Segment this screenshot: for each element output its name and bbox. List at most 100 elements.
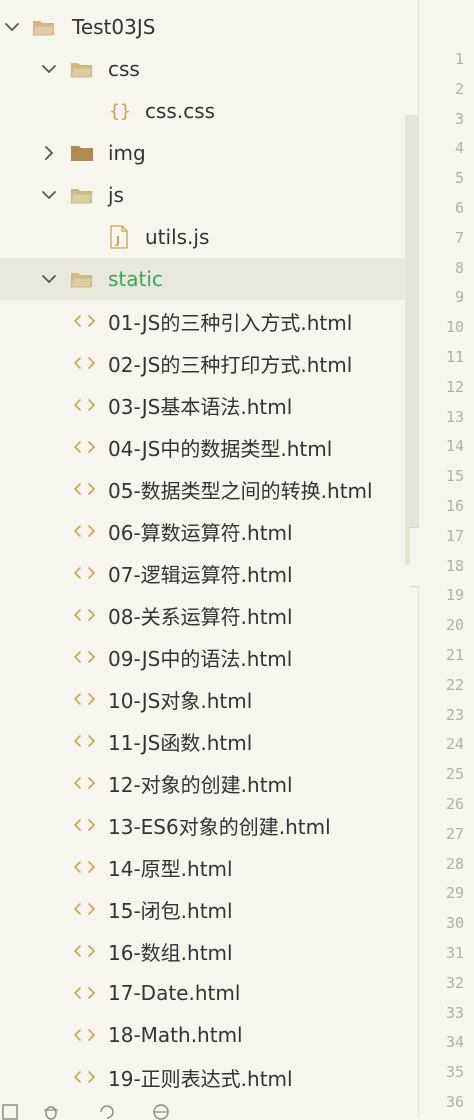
line-number: 2 bbox=[454, 79, 464, 98]
line-number: 6 bbox=[454, 199, 464, 217]
tree-item-label: 06-算数运算符.html bbox=[108, 520, 293, 545]
tree-file-11[interactable]: 11-JS函数.html bbox=[0, 720, 405, 762]
js-file-icon: J bbox=[110, 225, 128, 249]
tree-file-15[interactable]: 15-闭包.html bbox=[0, 888, 405, 930]
tree-file-utils-js[interactable]: Jutils.js bbox=[0, 216, 405, 258]
folder-open-icon bbox=[70, 189, 93, 204]
tree-item-label: 13-ES6对象的创建.html bbox=[108, 814, 331, 839]
tree-file-17[interactable]: 17-Date.html bbox=[0, 972, 405, 1014]
line-number: 36 bbox=[445, 1093, 464, 1111]
tree-file-04[interactable]: 04-JS中的数据类型.html bbox=[0, 426, 405, 468]
chevron-down-icon bbox=[42, 191, 56, 199]
html-file-icon bbox=[73, 819, 96, 831]
sync-icon[interactable] bbox=[98, 1102, 116, 1120]
html-file-icon bbox=[73, 399, 96, 411]
line-number: 1 bbox=[454, 50, 464, 68]
line-number: 3 bbox=[454, 109, 464, 128]
html-file-icon bbox=[73, 357, 96, 369]
line-number: 18 bbox=[445, 556, 464, 575]
line-number: 9 bbox=[454, 288, 464, 307]
tree-file-07[interactable]: 07-逻辑运算符.html bbox=[0, 552, 405, 594]
tree-folder-css[interactable]: css bbox=[0, 48, 405, 90]
line-number: 5 bbox=[454, 169, 464, 188]
tree-file-16[interactable]: 16-数组.html bbox=[0, 930, 405, 972]
tree-file-14[interactable]: 14-原型.html bbox=[0, 846, 405, 888]
tree-item-label: 10-JS对象.html bbox=[108, 688, 253, 713]
line-number: 17 bbox=[445, 526, 464, 545]
line-number: 11 bbox=[445, 348, 464, 366]
tree-file-12[interactable]: 12-对象的创建.html bbox=[0, 762, 405, 804]
html-file-icon bbox=[73, 777, 96, 789]
tree-folder-static[interactable]: static bbox=[0, 258, 405, 300]
tree-item-label: 14-原型.html bbox=[108, 856, 233, 881]
debug-bug-icon[interactable] bbox=[42, 1102, 60, 1120]
tree-item-label: static bbox=[108, 267, 163, 291]
tree-file-06[interactable]: 06-算数运算符.html bbox=[0, 510, 405, 552]
tree-item-label: 15-闭包.html bbox=[108, 898, 233, 923]
html-file-icon bbox=[73, 987, 96, 999]
line-number: 27 bbox=[445, 824, 464, 843]
tree-folder-test03js[interactable]: Test03JS bbox=[0, 6, 405, 48]
html-file-icon bbox=[73, 525, 96, 537]
chevron-down-icon bbox=[42, 65, 56, 73]
tree-file-03[interactable]: 03-JS基本语法.html bbox=[0, 384, 405, 426]
html-file-icon bbox=[73, 441, 96, 453]
line-number: 12 bbox=[445, 377, 464, 396]
tree-folder-img[interactable]: img bbox=[0, 132, 405, 174]
tree-item-label: Test03JS bbox=[72, 15, 156, 39]
tree-item-label: 02-JS的三种打印方式.html bbox=[108, 352, 353, 377]
html-file-icon bbox=[73, 483, 96, 495]
tree-item-label: 05-数据类型之间的转换.html bbox=[108, 478, 373, 503]
line-number: 35 bbox=[445, 1063, 464, 1082]
tree-file-19[interactable]: 19-正则表达式.html bbox=[0, 1056, 405, 1098]
editor-line-gutter: 20 1234567891011121314151617181920212223… bbox=[419, 0, 474, 1118]
folder-closed-icon bbox=[71, 146, 93, 161]
tree-file-13[interactable]: 13-ES6对象的创建.html bbox=[0, 804, 405, 846]
html-file-icon bbox=[73, 1071, 96, 1083]
tree-file-18[interactable]: 18-Math.html bbox=[0, 1014, 405, 1056]
line-number: 8 bbox=[454, 258, 464, 277]
tree-item-label: 12-对象的创建.html bbox=[108, 772, 293, 797]
html-file-icon bbox=[73, 735, 96, 747]
line-number: 21 bbox=[445, 646, 464, 664]
tree-item-label: 09-JS中的语法.html bbox=[108, 646, 293, 671]
line-number: 29 bbox=[445, 884, 464, 903]
sidebar-scrollbar[interactable] bbox=[405, 115, 418, 565]
tree-file-09[interactable]: 09-JS中的语法.html bbox=[0, 636, 405, 678]
line-number: 22 bbox=[445, 675, 464, 694]
tree-file-10[interactable]: 10-JS对象.html bbox=[0, 678, 405, 720]
tree-file-css-css[interactable]: {} css.css bbox=[0, 90, 405, 132]
line-number: 26 bbox=[445, 795, 464, 813]
folder-open-icon bbox=[70, 63, 93, 78]
tree-item-label: 11-JS函数.html bbox=[108, 730, 253, 755]
tree-item-label: img bbox=[108, 141, 146, 165]
html-file-icon bbox=[73, 609, 96, 621]
line-number: 28 bbox=[445, 854, 464, 873]
tree-item-label: utils.js bbox=[145, 225, 210, 249]
html-file-icon bbox=[73, 693, 96, 705]
tree-folder-js[interactable]: js bbox=[0, 174, 405, 216]
folder-open-icon bbox=[70, 273, 93, 288]
folder-open-icon bbox=[32, 21, 55, 36]
tree-file-01[interactable]: 01-JS的三种引入方式.html bbox=[0, 300, 405, 342]
project-explorer: Test03JS css {} css.css img js Jutils.js st… bbox=[0, 0, 418, 1118]
css-file-icon: {} bbox=[109, 101, 131, 122]
html-file-icon bbox=[73, 903, 96, 915]
html-file-icon bbox=[73, 945, 96, 957]
tree-item-label: 07-逻辑运算符.html bbox=[108, 562, 293, 587]
tree-item-label: css bbox=[108, 57, 140, 81]
line-number: 10 bbox=[445, 318, 464, 337]
tree-item-label: 16-数组.html bbox=[108, 940, 233, 965]
line-number: 23 bbox=[445, 705, 464, 724]
terminal-icon[interactable] bbox=[2, 1102, 20, 1120]
browser-globe-icon[interactable] bbox=[152, 1102, 170, 1120]
tree-file-08[interactable]: 08-关系运算符.html bbox=[0, 594, 405, 636]
tree-item-label: css.css bbox=[145, 99, 216, 123]
line-number: 13 bbox=[445, 407, 464, 426]
tree-item-label: 17-Date.html bbox=[108, 981, 241, 1005]
tree-file-02[interactable]: 02-JS的三种打印方式.html bbox=[0, 342, 405, 384]
line-number: 34 bbox=[445, 1033, 464, 1052]
tree-file-05[interactable]: 05-数据类型之间的转换.html bbox=[0, 468, 405, 510]
tree-item-label: 01-JS的三种引入方式.html bbox=[108, 310, 353, 335]
chevron-down-icon bbox=[5, 23, 19, 31]
